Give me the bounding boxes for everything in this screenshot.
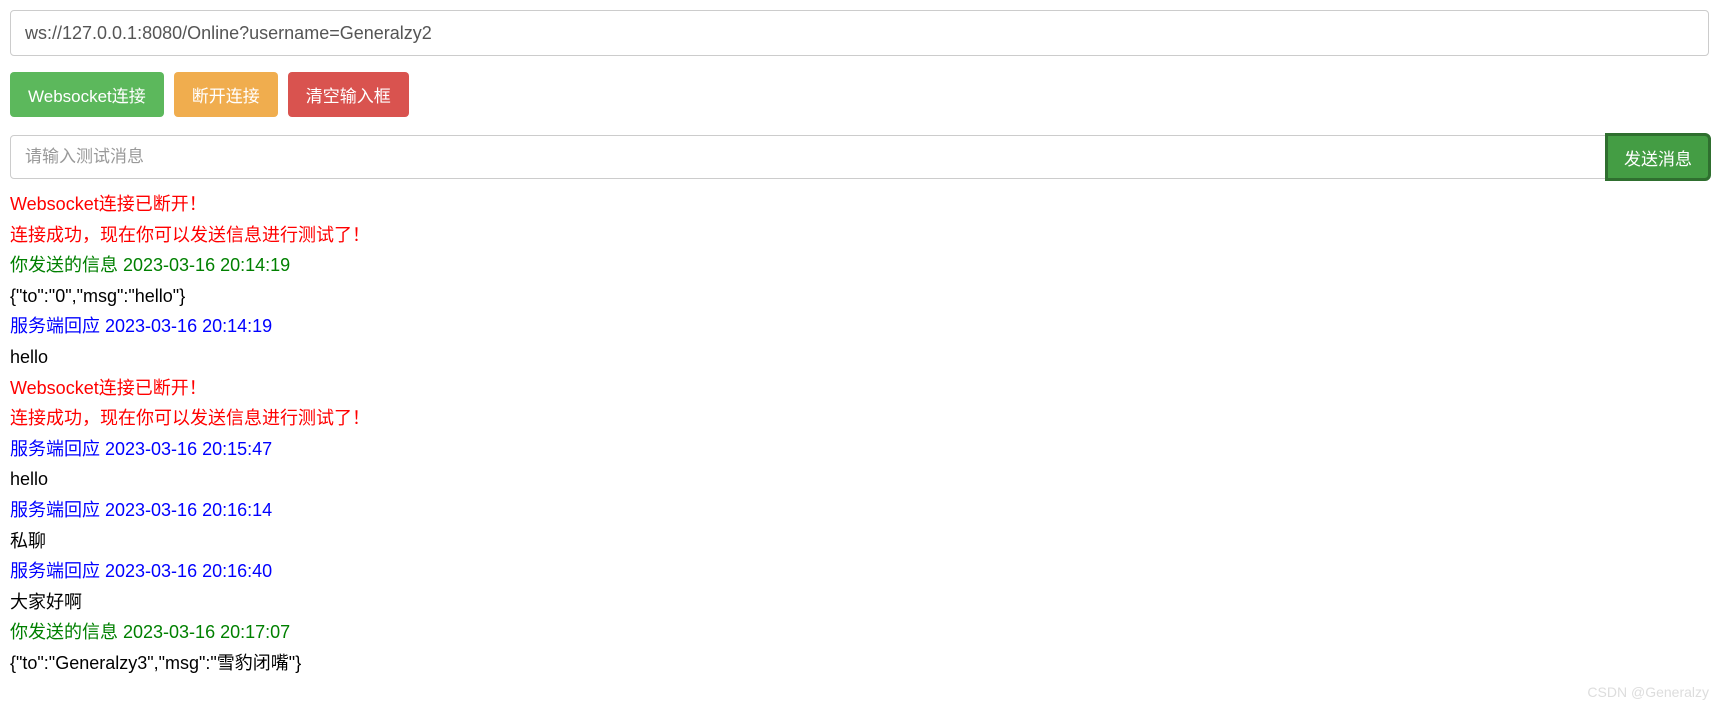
- log-line: 你发送的信息 2023-03-16 20:17:07: [10, 617, 1709, 648]
- log-line: 连接成功，现在你可以发送信息进行测试了！: [10, 403, 1709, 434]
- log-line: Websocket连接已断开！: [10, 373, 1709, 404]
- log-line: {"to":"0","msg":"hello"}: [10, 281, 1709, 312]
- log-line: hello: [10, 342, 1709, 373]
- watermark: CSDN @Generalzy: [1587, 684, 1709, 700]
- log-line: Websocket连接已断开！: [10, 189, 1709, 220]
- action-button-row: Websocket连接 断开连接 清空输入框: [10, 72, 1709, 117]
- log-line: 连接成功，现在你可以发送信息进行测试了！: [10, 220, 1709, 251]
- log-line: hello: [10, 464, 1709, 495]
- log-line: 大家好啊: [10, 587, 1709, 618]
- log-line: 服务端回应 2023-03-16 20:14:19: [10, 311, 1709, 342]
- log-output: Websocket连接已断开！连接成功，现在你可以发送信息进行测试了！你发送的信…: [10, 189, 1709, 679]
- log-line: 服务端回应 2023-03-16 20:16:40: [10, 556, 1709, 587]
- log-line: 服务端回应 2023-03-16 20:15:47: [10, 434, 1709, 465]
- log-line: 你发送的信息 2023-03-16 20:14:19: [10, 250, 1709, 281]
- message-input-group: 发送消息: [10, 135, 1709, 179]
- send-button[interactable]: 发送消息: [1607, 135, 1709, 179]
- log-line: 服务端回应 2023-03-16 20:16:14: [10, 495, 1709, 526]
- clear-button[interactable]: 清空输入框: [288, 72, 409, 117]
- message-input[interactable]: [10, 135, 1607, 179]
- websocket-url-input[interactable]: [10, 10, 1709, 56]
- connect-button[interactable]: Websocket连接: [10, 72, 164, 117]
- disconnect-button[interactable]: 断开连接: [174, 72, 278, 117]
- log-line: 私聊: [10, 526, 1709, 557]
- log-line: {"to":"Generalzy3","msg":"雪豹闭嘴"}: [10, 648, 1709, 679]
